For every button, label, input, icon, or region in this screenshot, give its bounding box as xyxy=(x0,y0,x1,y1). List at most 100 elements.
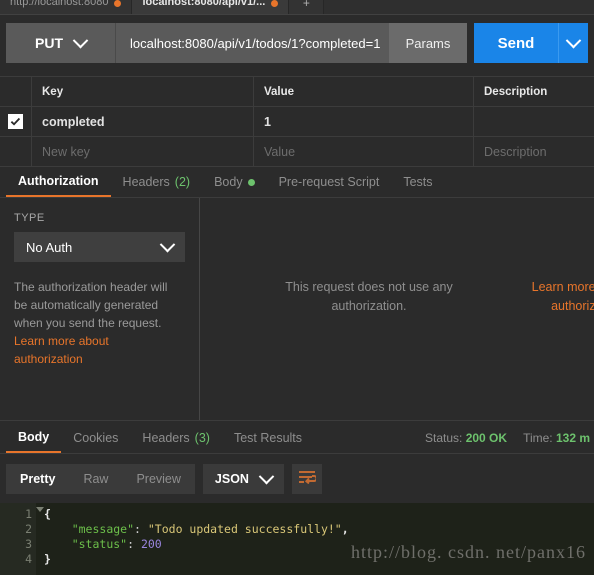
line-number: 2 xyxy=(25,522,32,536)
request-section-tabs: Authorization Headers (2) Body Pre-reque… xyxy=(0,167,594,198)
code-token-punct: } xyxy=(44,552,51,566)
no-authorization-message: This request does not use any authorizat… xyxy=(254,278,484,316)
view-mode-preview-label: Preview xyxy=(136,472,181,486)
json-code-lines: { "message": "Todo updated successfully!… xyxy=(36,503,594,575)
response-tab-headers-label: Headers xyxy=(142,431,190,445)
new-value-input[interactable]: Value xyxy=(254,137,474,166)
response-section-tabs: Body Cookies Headers (3) Test Results St… xyxy=(0,420,594,454)
http-method-dropdown[interactable]: PUT xyxy=(6,23,116,63)
code-line: "message": "Todo updated successfully!", xyxy=(44,522,594,537)
response-tab-cookies-label: Cookies xyxy=(73,431,119,445)
status-group: Status: 200 OK xyxy=(425,431,507,445)
authorization-panel: TYPE No Auth The authorization header wi… xyxy=(0,198,594,420)
authorization-detail-column: This request does not use any authorizat… xyxy=(200,198,594,420)
status-label: Status: xyxy=(425,431,463,445)
watermark-text: http://blog. csdn. net/panx16 xyxy=(351,542,586,562)
chevron-down-icon xyxy=(72,32,89,48)
learn-more-authorization-link[interactable]: Learn more about xyxy=(14,332,185,350)
table-row-new[interactable]: New key Value Description xyxy=(0,137,594,167)
learn-more-authorization-link-2[interactable]: authorization xyxy=(14,350,185,368)
response-tab-body-label: Body xyxy=(18,430,50,444)
response-tab-headers-count: (3) xyxy=(194,431,210,445)
row-enabled-checkbox[interactable] xyxy=(0,107,32,136)
header-key: Key xyxy=(32,77,254,106)
checkbox-checked-icon xyxy=(8,114,23,129)
row-description[interactable] xyxy=(474,107,594,136)
tab-body[interactable]: Body xyxy=(202,167,267,197)
code-token-num: 200 xyxy=(140,537,162,551)
view-mode-preview[interactable]: Preview xyxy=(122,464,194,494)
new-key-input[interactable]: New key xyxy=(32,137,254,166)
type-label: TYPE xyxy=(14,212,45,224)
chevron-down-icon xyxy=(565,32,582,48)
tab-tests-label: Tests xyxy=(403,175,433,189)
auth-note-line-1: The authorization header will xyxy=(14,280,168,294)
wrap-lines-button[interactable] xyxy=(291,464,322,494)
code-token-colon: : xyxy=(127,537,141,551)
new-row-checkbox-cell xyxy=(0,137,32,166)
params-button[interactable]: Params xyxy=(389,23,467,63)
response-tab-headers[interactable]: Headers (3) xyxy=(130,423,222,453)
code-token-str: "Todo updated successfully!" xyxy=(147,522,342,536)
time-value: 132 m xyxy=(555,431,590,445)
url-input[interactable]: localhost:8080/api/v1/todos/1?completed=… xyxy=(116,23,389,63)
view-mode-raw[interactable]: Raw xyxy=(69,464,122,494)
unsaved-dot-icon xyxy=(271,0,279,7)
header-description: Description xyxy=(484,85,548,98)
params-button-label: Params xyxy=(405,35,451,51)
code-token-punct: , xyxy=(341,522,349,536)
line-number: 3 xyxy=(25,537,32,551)
language-label: JSON xyxy=(214,472,249,486)
tab-headers-label: Headers xyxy=(122,175,170,189)
chevron-down-icon xyxy=(159,236,176,252)
learn-more-authorization-side-link[interactable]: Learn more a authorizat xyxy=(496,278,594,316)
view-mode-raw-label: Raw xyxy=(83,472,109,486)
new-tab-button[interactable]: + xyxy=(289,0,325,14)
row-value[interactable]: 1 xyxy=(254,107,474,136)
status-badge: 200 OK xyxy=(465,431,508,445)
request-tab-2-label: localhost:8080/api/v1/... xyxy=(142,0,266,8)
table-row[interactable]: completed 1 xyxy=(0,107,594,137)
request-tab-2[interactable]: localhost:8080/api/v1/... xyxy=(132,0,290,14)
code-token-colon: : xyxy=(134,522,148,536)
tab-authorization-label: Authorization xyxy=(18,174,99,188)
tab-headers[interactable]: Headers (2) xyxy=(111,167,203,197)
no-auth-line-1: This request does not use any xyxy=(285,280,453,294)
new-tab-label: + xyxy=(302,0,310,10)
tab-body-label: Body xyxy=(214,175,243,189)
unsaved-dot-icon xyxy=(114,0,122,7)
chevron-down-icon xyxy=(258,468,275,484)
tab-tests[interactable]: Tests xyxy=(391,167,444,197)
view-mode-pretty[interactable]: Pretty xyxy=(6,464,69,494)
tab-pre-request-script[interactable]: Pre-request Script xyxy=(267,167,392,197)
request-url-bar: PUT localhost:8080/api/v1/todos/1?comple… xyxy=(0,15,594,71)
language-dropdown[interactable]: JSON xyxy=(202,464,284,494)
request-tab-1[interactable]: http://localhost:8080 xyxy=(0,0,133,14)
authorization-type-column: TYPE No Auth The authorization header wi… xyxy=(0,198,200,420)
new-description-input[interactable]: Description xyxy=(474,137,594,166)
response-format-toolbar: Pretty Raw Preview JSON xyxy=(0,455,594,503)
response-tab-cookies[interactable]: Cookies xyxy=(61,423,130,453)
response-tab-test-results[interactable]: Test Results xyxy=(222,423,314,453)
send-button[interactable]: Send xyxy=(474,23,558,63)
no-auth-line-2: authorization. xyxy=(331,299,407,313)
response-body-viewer[interactable]: 1 2 3 4 { "message": "Todo updated succe… xyxy=(0,503,594,575)
header-checkbox-cell xyxy=(0,77,32,106)
code-line: { xyxy=(44,507,594,522)
http-method-label: PUT xyxy=(35,35,63,51)
line-number: 1 xyxy=(25,507,32,521)
tab-strip-filler xyxy=(324,0,594,14)
send-options-button[interactable] xyxy=(558,23,588,63)
side-link-line-1: Learn more a xyxy=(531,280,594,294)
time-group: Time: 132 m xyxy=(523,431,590,445)
response-tab-body[interactable]: Body xyxy=(6,423,62,453)
response-meta: Status: 200 OK Time: 132 m xyxy=(425,423,594,453)
code-token-key: "message" xyxy=(71,522,135,536)
row-key[interactable]: completed xyxy=(32,107,254,136)
auth-note-line-2: be automatically generated xyxy=(14,298,159,312)
response-tab-test-results-label: Test Results xyxy=(233,431,303,445)
table-header-row: Key Value Description xyxy=(0,77,594,107)
tab-authorization[interactable]: Authorization xyxy=(6,167,111,197)
wrap-lines-icon xyxy=(298,470,318,489)
auth-type-dropdown[interactable]: No Auth xyxy=(14,232,185,262)
